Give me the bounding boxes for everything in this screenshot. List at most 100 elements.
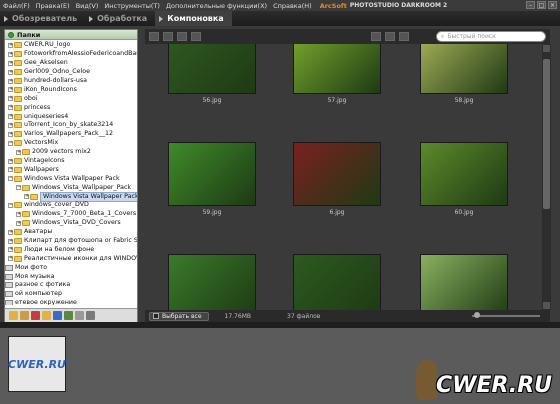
thumbnail-image[interactable] [293,254,381,310]
folder-tree-item[interactable]: + Wallpapers [5,165,137,174]
expand-icon[interactable]: + [8,247,13,253]
expand-icon[interactable]: + [8,96,13,102]
folder-up-icon[interactable] [20,311,29,320]
folder-tree-item[interactable]: + uTorrent_Icon_by_skate3214 [5,121,137,130]
folder-tree-item[interactable]: + Windows Vista Wallpaper Pack [5,191,137,202]
expand-icon[interactable]: + [8,122,13,128]
folder-tree-item[interactable]: разное с фотика [5,281,137,290]
folder-tree-item[interactable]: Моя музыка [5,272,137,281]
folder-tree-item[interactable]: + Windows_7_7000_Beta_1_Covers [5,210,137,219]
expand-icon[interactable]: + [8,114,13,120]
thumbnail-image[interactable] [168,44,256,94]
folder-tree-item[interactable]: + Varios_Wallpapers_Pack__12 [5,130,137,139]
folder-tree-item[interactable]: ой компьютер [5,290,137,299]
expand-icon[interactable]: + [8,51,13,57]
folder-tree-item[interactable]: Мои фото [5,263,137,272]
folder-icon[interactable] [177,32,187,41]
select-all-button[interactable]: Выбрать все [149,311,209,321]
maximize-icon[interactable]: □ [537,1,546,9]
thumbnail-image[interactable] [293,44,381,94]
expand-icon[interactable]: + [8,60,13,66]
expand-icon[interactable]: + [16,220,21,226]
folder-tree-item[interactable]: + Люди на белом фоне [5,245,137,254]
folder-tree-item[interactable]: − VectorsMix [5,139,137,148]
folder-tree-item[interactable]: + Реалистичные иконки для WINDOWS [5,254,137,263]
minimize-icon[interactable]: – [526,1,535,9]
tab-layout[interactable]: Компоновка [155,11,232,26]
close-icon[interactable]: × [548,1,557,9]
menu-help[interactable]: Справка(H) [273,2,312,10]
expand-icon[interactable]: + [16,149,21,155]
thumbnail-image[interactable] [168,254,256,310]
folder-icon[interactable] [9,311,18,320]
tray-thumbnail[interactable]: CWER.RU [8,336,66,392]
expand-icon[interactable]: + [8,238,13,244]
menu-extra[interactable]: Дополнительные функции(X) [166,2,267,10]
tab-browser[interactable]: Обозреватель [0,11,85,26]
collapse-icon[interactable]: − [8,176,13,182]
folder-tree-item[interactable]: + uniqueseries4 [5,112,137,121]
scrollbar-thumb[interactable] [543,59,550,209]
rotate-icon[interactable] [163,32,173,41]
expand-icon[interactable]: + [8,42,13,48]
folder-tree-item[interactable]: + Клипарт для фотошопа or Fabric Stu [5,237,137,246]
menu-file[interactable]: Файл(F) [3,2,30,10]
filter-icon[interactable] [399,32,409,41]
folder-tree-item[interactable]: + oboi [5,94,137,103]
folder-tree-item[interactable]: − windows_cover_DVD [5,201,137,210]
folder-tree-item[interactable]: + hundred-dollars-usa [5,77,137,86]
grid-scrollbar[interactable] [542,44,551,310]
settings-icon[interactable] [86,311,95,320]
view-grid-icon[interactable] [371,32,381,41]
new-folder-icon[interactable] [42,311,51,320]
thumbnail-image[interactable] [168,142,256,206]
collapse-icon[interactable]: − [8,202,13,208]
folder-tree-item[interactable]: + princess [5,103,137,112]
thumbnail-image[interactable] [420,44,508,94]
expand-icon[interactable]: + [8,78,13,84]
folder-tree-item[interactable]: + Windows_Vista_DVD_Covers [5,219,137,228]
expand-icon[interactable]: + [8,105,13,111]
zoom-knob[interactable] [474,312,480,318]
import-icon[interactable] [64,311,73,320]
tag-icon[interactable] [191,32,201,41]
collapse-icon[interactable]: − [8,140,13,146]
scroll-down-icon[interactable] [543,302,550,309]
folder-tree-item[interactable]: − Windows Vista Wallpaper Pack [5,174,137,183]
folder-tree-item[interactable]: + Gee_Akselsen [5,59,137,68]
collapse-icon[interactable]: − [16,185,21,191]
search-box[interactable]: ⌕ Быстрый поиск [436,31,546,42]
expand-icon[interactable]: + [8,229,13,235]
folder-tree-item[interactable]: + CWER.RU_logo [5,41,137,50]
sort-icon[interactable] [385,32,395,41]
thumbnail-image[interactable] [293,142,381,206]
menu-tools[interactable]: Инструменты(T) [104,2,160,10]
folder-tree-item[interactable]: + Аватары [5,228,137,237]
folder-tree-item[interactable]: +2009 vectors mix2 [5,148,137,157]
folder-tree-item[interactable]: етевое окружение [5,299,137,305]
delete-icon[interactable] [31,311,40,320]
expand-icon[interactable]: + [8,158,13,164]
thumbnail-image[interactable] [420,254,508,310]
expand-icon[interactable]: + [8,69,13,75]
expand-icon[interactable]: + [8,256,13,262]
expand-icon[interactable]: + [8,167,13,173]
expand-icon[interactable]: + [8,131,13,137]
folder-tree-item[interactable]: + FotoworkfromAlessioFedericoandBarba [5,50,137,59]
expand-icon[interactable]: + [8,87,13,93]
tab-edit[interactable]: Обработка [85,11,155,26]
select-all-checkbox[interactable] [153,313,159,319]
info-icon[interactable] [53,311,62,320]
folder-tree-item[interactable]: + iKon_RoundIcons [5,85,137,94]
folder-tree-item[interactable]: + VintageIcons [5,157,137,166]
zoom-slider[interactable] [472,312,540,319]
back-icon[interactable] [149,32,159,41]
expand-icon[interactable]: + [16,211,21,217]
expand-icon[interactable]: + [24,194,29,200]
menu-view[interactable]: Вид(V) [76,2,99,10]
menu-edit[interactable]: Правка(E) [36,2,70,10]
thumbnail-image[interactable] [420,142,508,206]
scroll-up-icon[interactable] [543,45,550,52]
refresh-icon[interactable] [75,311,84,320]
folder-tree-item[interactable]: + Gerl009_Odno_Celoe [5,68,137,77]
